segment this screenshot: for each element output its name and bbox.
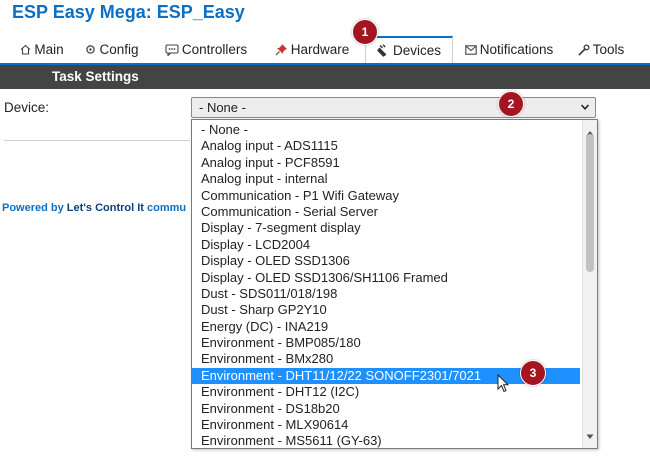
tab-config-label: Config	[99, 42, 139, 57]
section-header: Task Settings	[0, 65, 650, 89]
footer-powered-by: Powered by Let's Control It commu	[2, 202, 190, 214]
dropdown-option[interactable]: Dust - Sharp GP2Y10	[192, 302, 580, 318]
dropdown-option[interactable]: Environment - DHT12 (I2C)	[192, 384, 580, 400]
footer-prefix: Powered by	[2, 202, 67, 214]
pushpin-icon	[275, 43, 288, 56]
dropdown-option[interactable]: Environment - MS5611 (GY-63)	[192, 433, 580, 448]
chat-icon	[165, 43, 179, 56]
section-title: Task Settings	[52, 69, 139, 84]
annotation-badge-1: 1	[352, 19, 378, 45]
tab-tools[interactable]: Tools	[572, 36, 630, 63]
dropdown-options: - None - Analog input - ADS1115 Analog inp…	[192, 122, 580, 448]
tab-hardware-label: Hardware	[290, 42, 350, 57]
scrollbar-thumb[interactable]	[586, 134, 594, 272]
wrench-icon	[578, 44, 590, 56]
tab-notifications[interactable]: Notifications	[463, 36, 555, 63]
chevron-down-icon	[580, 100, 590, 115]
tab-tools-label: Tools	[592, 42, 625, 57]
dropdown-scrollbar[interactable]	[582, 120, 597, 448]
dropdown-option[interactable]: Analog input - internal	[192, 171, 580, 187]
dropdown-option[interactable]: Display - OLED SSD1306/SH1106 Framed	[192, 270, 580, 286]
dropdown-option[interactable]: Communication - Serial Server	[192, 204, 580, 220]
dropdown-option[interactable]: Display - 7-segment display	[192, 220, 580, 236]
divider	[4, 140, 190, 141]
footer-brand-link[interactable]: Let's Control It	[67, 202, 144, 214]
tab-controllers[interactable]: Controllers	[159, 36, 253, 63]
tab-main-label: Main	[34, 42, 64, 57]
annotation-badge-2: 2	[498, 91, 524, 117]
app-title: ESP Easy Mega: ESP_Easy	[12, 2, 245, 22]
device-select[interactable]: - None -	[191, 97, 596, 118]
dropdown-option[interactable]: - None -	[192, 122, 580, 138]
dropdown-option[interactable]: Communication - P1 Wifi Gateway	[192, 188, 580, 204]
dropdown-option[interactable]: Environment - BMP085/180	[192, 335, 580, 351]
device-dropdown-list[interactable]: - None - Analog input - ADS1115 Analog inp…	[191, 119, 598, 449]
tab-notifications-label: Notifications	[479, 42, 554, 57]
tab-bar: Main Config Controllers Hardware Devices…	[0, 36, 650, 64]
mouse-cursor-icon	[497, 373, 510, 398]
tab-main[interactable]: Main	[16, 36, 68, 63]
dropdown-option[interactable]: Analog input - PCF8591	[192, 155, 580, 171]
tab-hardware[interactable]: Hardware	[268, 36, 356, 63]
device-select-value: - None -	[199, 100, 246, 115]
plug-icon	[377, 44, 390, 57]
tab-devices-label: Devices	[392, 43, 441, 58]
tab-controllers-label: Controllers	[181, 42, 248, 57]
envelope-icon	[464, 44, 477, 55]
scroll-down-arrow-icon[interactable]	[586, 427, 594, 445]
tab-devices[interactable]: Devices	[365, 36, 453, 63]
dropdown-option[interactable]: Energy (DC) - INA219	[192, 319, 580, 335]
dropdown-option[interactable]: Dust - SDS011/018/198	[192, 286, 580, 302]
dropdown-option[interactable]: Display - OLED SSD1306	[192, 253, 580, 269]
footer-suffix: commu	[143, 202, 187, 214]
dropdown-option[interactable]: Display - LCD2004	[192, 237, 580, 253]
dropdown-option[interactable]: Analog input - ADS1115	[192, 138, 580, 154]
gear-icon	[85, 44, 96, 55]
dropdown-option[interactable]: Environment - MLX90614	[192, 417, 580, 433]
home-icon	[20, 44, 31, 55]
tab-config[interactable]: Config	[80, 36, 144, 63]
device-label: Device:	[4, 100, 50, 115]
annotation-badge-3: 3	[520, 360, 546, 386]
dropdown-option[interactable]: Environment - DS18b20	[192, 401, 580, 417]
